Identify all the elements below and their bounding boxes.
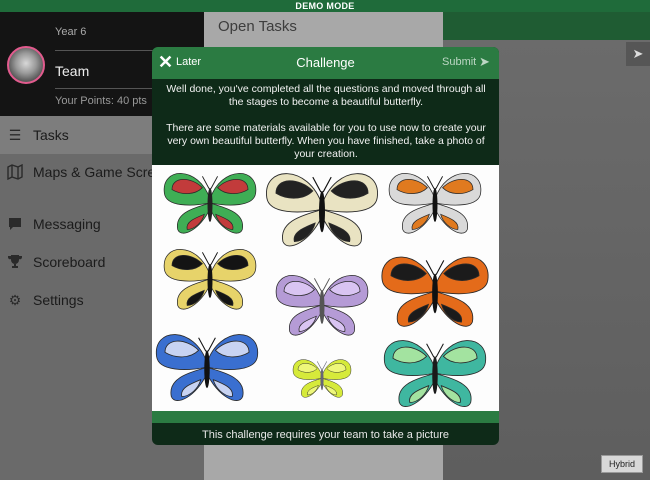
team-avatar[interactable]	[7, 46, 45, 84]
modal-header: ✕ Later Challenge Submit ➤	[152, 47, 499, 79]
send-icon[interactable]: ➤	[479, 54, 490, 70]
list-icon: ☰	[8, 127, 22, 143]
gear-icon: ⚙	[8, 292, 22, 308]
chat-icon	[7, 216, 23, 232]
lilac-butterfly	[275, 275, 369, 336]
green-red-butterfly	[163, 173, 257, 234]
points-label: Your Points: 40 pts	[55, 95, 147, 107]
submit-button[interactable]: Submit	[442, 56, 476, 68]
divider	[55, 88, 165, 89]
map-icon	[7, 163, 23, 181]
teal-butterfly	[384, 340, 486, 407]
swallowtail-butterfly	[266, 173, 378, 247]
orange-monarch-butterfly	[381, 256, 489, 327]
eyespot-butterfly	[388, 173, 482, 234]
challenge-modal: ✕ Later Challenge Submit ➤ Well done, yo…	[152, 47, 499, 445]
demo-mode-banner: DEMO MODE	[0, 0, 650, 12]
location-arrow-icon[interactable]: ➤	[626, 42, 650, 66]
year-label: Year 6	[55, 26, 87, 38]
blue-morpho-butterfly	[156, 334, 258, 401]
lime-butterfly	[292, 359, 352, 398]
trophy-icon	[7, 254, 23, 270]
hybrid-toggle-button[interactable]: Hybrid	[601, 455, 643, 473]
yellow-black-butterfly	[163, 249, 257, 310]
image-caption-bar	[152, 411, 499, 423]
challenge-instructions: There are some materials available for y…	[166, 122, 486, 160]
butterflies-illustration	[156, 173, 489, 407]
panel-title: Open Tasks	[218, 18, 297, 35]
challenge-message: Well done, you've completed all the ques…	[166, 83, 486, 108]
butterflies-image	[152, 165, 499, 411]
challenge-requirement-note: This challenge requires your team to tak…	[201, 429, 450, 441]
divider	[55, 50, 165, 51]
team-name: Team	[55, 63, 90, 79]
